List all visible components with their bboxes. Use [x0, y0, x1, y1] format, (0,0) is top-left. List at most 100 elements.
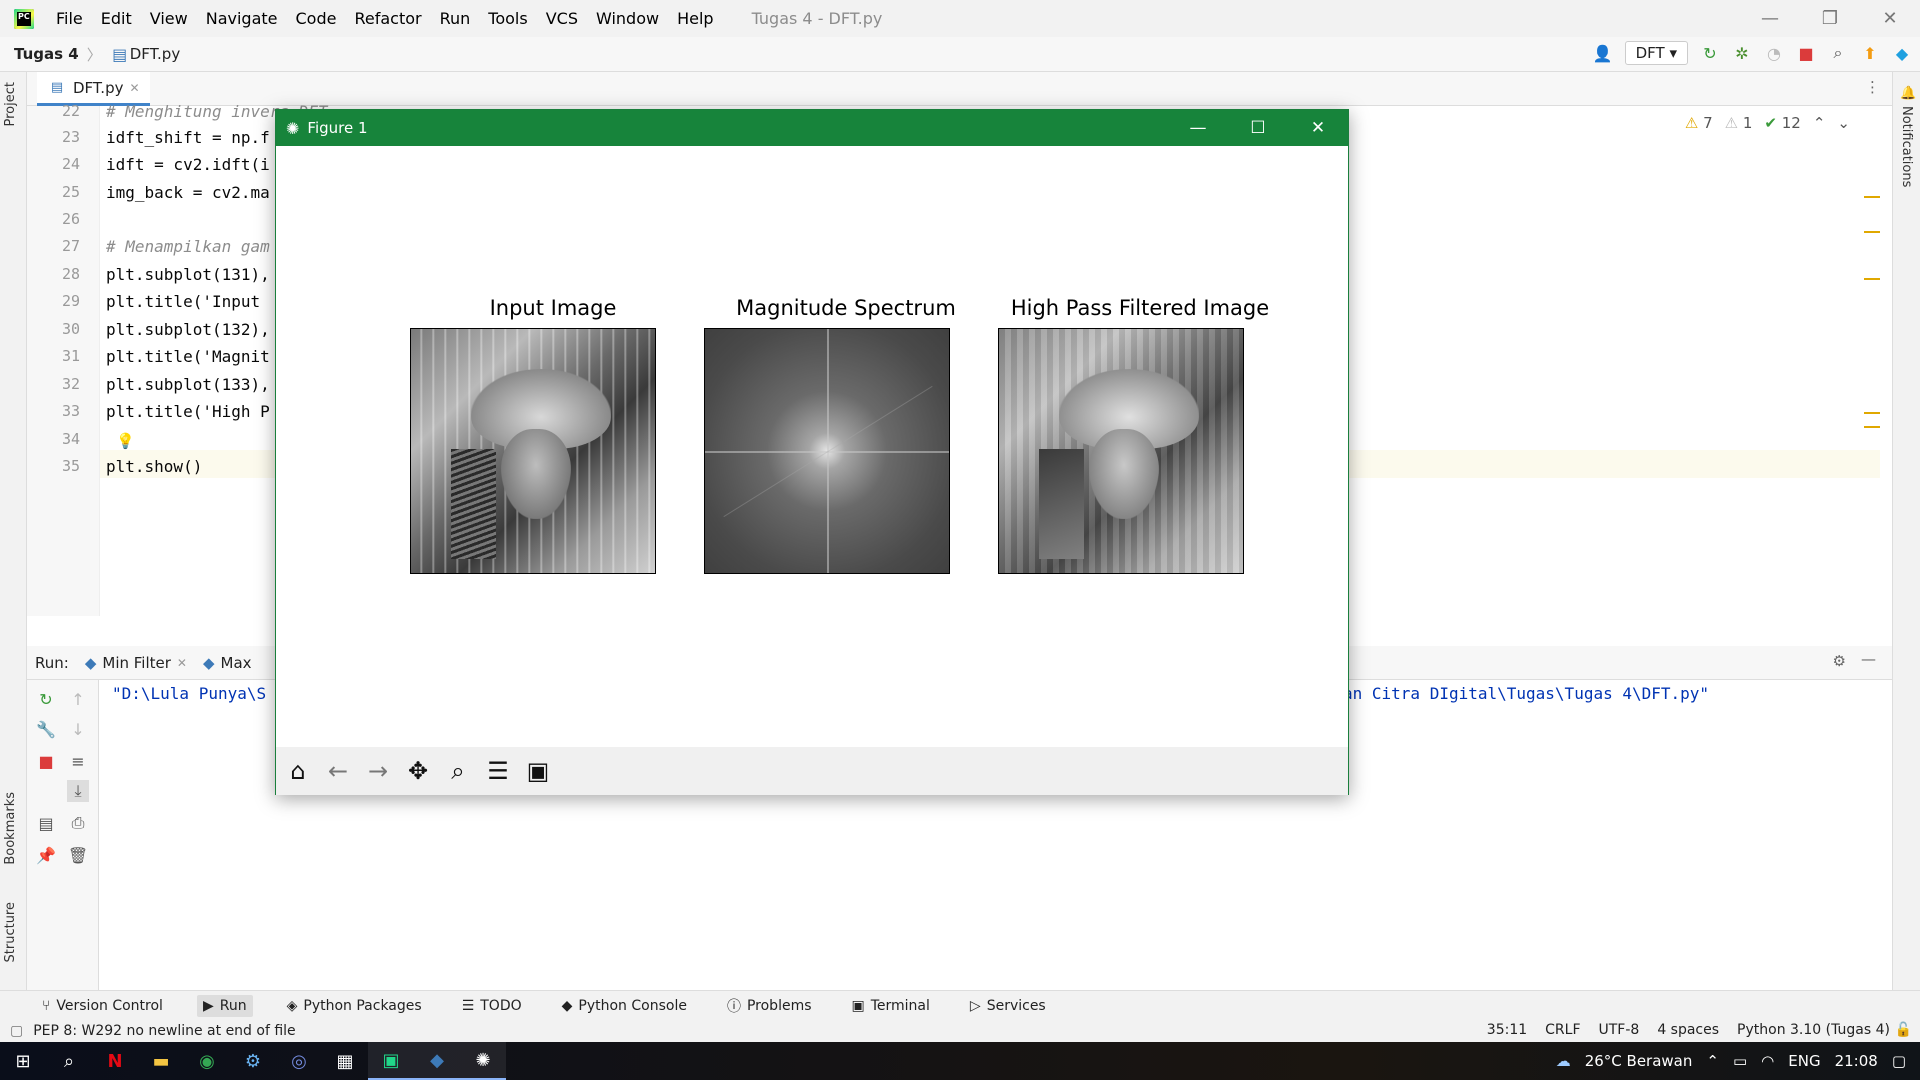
- minimize-icon[interactable]: —: [1168, 110, 1228, 146]
- print-icon[interactable]: ⎙: [67, 812, 89, 834]
- warning-marker[interactable]: [1864, 196, 1880, 198]
- menu-navigate[interactable]: Navigate: [206, 9, 278, 28]
- structure-tool-label[interactable]: Structure: [3, 902, 18, 962]
- soft-wrap-icon[interactable]: ≡: [67, 750, 89, 772]
- menu-tools[interactable]: Tools: [488, 9, 527, 28]
- menu-run[interactable]: Run: [440, 9, 471, 28]
- tool-todo[interactable]: ☰ TODO: [456, 995, 528, 1017]
- tool-version-control[interactable]: ⑂ Version Control: [36, 995, 169, 1017]
- run-tab-min-filter[interactable]: ◆ Min Filter ✕: [85, 654, 187, 672]
- back-arrow-icon[interactable]: ←: [322, 755, 354, 787]
- inspection-widget[interactable]: ⚠ 7 ⚠ 1 ✔ 12 ⌃ ⌄: [1685, 114, 1850, 132]
- battery-icon[interactable]: ▭: [1733, 1052, 1747, 1070]
- indent-setting[interactable]: 4 spaces: [1657, 1022, 1719, 1038]
- chevron-down-icon[interactable]: ⌄: [1837, 114, 1850, 132]
- notification-center-icon[interactable]: ▢: [1892, 1052, 1906, 1070]
- windows-start-icon[interactable]: ⊞: [0, 1042, 46, 1080]
- menu-vcs[interactable]: VCS: [546, 9, 578, 28]
- menu-edit[interactable]: Edit: [101, 9, 132, 28]
- frame-icon[interactable]: ▢: [10, 1023, 23, 1039]
- tab-close-icon[interactable]: ✕: [129, 81, 139, 95]
- notifications-tool-label[interactable]: Notifications: [1899, 106, 1914, 187]
- hide-icon[interactable]: —: [1861, 650, 1876, 668]
- clock[interactable]: 21:08: [1835, 1052, 1878, 1070]
- debug-icon[interactable]: ✲: [1732, 43, 1752, 63]
- pin-icon[interactable]: 📌: [35, 844, 57, 866]
- minimize-icon[interactable]: —: [1740, 0, 1800, 37]
- magnitude-spectrum-image[interactable]: [704, 328, 950, 574]
- matplotlib-icon[interactable]: ✺: [460, 1042, 506, 1080]
- breadcrumb-file[interactable]: DFT.py: [130, 45, 180, 63]
- warning-marker[interactable]: [1864, 412, 1880, 414]
- weather-icon[interactable]: ☁: [1556, 1052, 1571, 1070]
- pan-icon[interactable]: ✥: [402, 755, 434, 787]
- lightbulb-icon[interactable]: 💡: [116, 432, 135, 450]
- warning-marker[interactable]: [1864, 278, 1880, 280]
- steam-icon[interactable]: ⚙: [230, 1042, 276, 1080]
- tool-services[interactable]: ▷ Services: [964, 995, 1052, 1017]
- close-icon[interactable]: ✕: [1288, 110, 1348, 146]
- wifi-icon[interactable]: ◠: [1761, 1052, 1774, 1070]
- tool-python-console[interactable]: ◆ Python Console: [556, 995, 693, 1017]
- forward-arrow-icon[interactable]: →: [362, 755, 394, 787]
- figure-titlebar[interactable]: ✺ Figure 1 — ☐ ✕: [276, 110, 1348, 146]
- coverage-icon[interactable]: ◔: [1764, 43, 1784, 63]
- interpreter-selector[interactable]: Python 3.10 (Tugas 4): [1737, 1022, 1890, 1038]
- tool-python-packages[interactable]: ◈ Python Packages: [281, 995, 428, 1017]
- run-tab-max[interactable]: ◆ Max: [203, 654, 252, 672]
- project-tool-label[interactable]: Project: [3, 82, 18, 126]
- tab-close-icon[interactable]: ✕: [177, 656, 187, 670]
- menu-refactor[interactable]: Refactor: [354, 9, 421, 28]
- close-icon[interactable]: ✕: [1860, 0, 1920, 37]
- search-icon[interactable]: ⌕: [1828, 43, 1848, 63]
- rerun-icon[interactable]: ↻: [1700, 43, 1720, 63]
- tool-run[interactable]: ▶ Run: [196, 994, 253, 1017]
- update-icon[interactable]: ⬆: [1860, 43, 1880, 63]
- menu-file[interactable]: File: [56, 9, 83, 28]
- zoom-icon[interactable]: ⌕: [442, 755, 474, 787]
- pycharm-icon[interactable]: ▣: [368, 1042, 414, 1080]
- high-pass-filtered-image[interactable]: [998, 328, 1244, 574]
- menu-view[interactable]: View: [150, 9, 188, 28]
- configure-subplots-icon[interactable]: ☰: [482, 755, 514, 787]
- wrench-icon[interactable]: 🔧: [35, 718, 57, 740]
- bookmarks-tool-label[interactable]: Bookmarks: [3, 792, 18, 865]
- caret-position[interactable]: 35:11: [1487, 1022, 1527, 1038]
- restore-icon[interactable]: ❐: [1800, 0, 1860, 37]
- netflix-icon[interactable]: N: [92, 1042, 138, 1080]
- menu-help[interactable]: Help: [677, 9, 713, 28]
- warning-marker[interactable]: [1864, 231, 1880, 233]
- maximize-icon[interactable]: ☐: [1228, 110, 1288, 146]
- warning-marker[interactable]: [1864, 426, 1880, 428]
- chevron-up-icon[interactable]: ⌃: [1813, 114, 1826, 132]
- layout-icon[interactable]: ▤: [35, 812, 57, 834]
- calculator-icon[interactable]: ▦: [322, 1042, 368, 1080]
- chevron-up-icon[interactable]: ⌃: [1706, 1052, 1719, 1070]
- file-encoding[interactable]: UTF-8: [1599, 1022, 1640, 1038]
- tab-dft-py[interactable]: ▤ DFT.py ✕: [37, 72, 150, 106]
- user-icon[interactable]: 👤: [1593, 43, 1613, 63]
- breadcrumb-project[interactable]: Tugas 4: [14, 45, 79, 63]
- bell-icon[interactable]: 🔔: [1900, 86, 1916, 101]
- python-icon[interactable]: ◆: [414, 1042, 460, 1080]
- more-icon[interactable]: ⋮: [1865, 78, 1880, 96]
- jetbrains-icon[interactable]: ◆: [1892, 43, 1912, 63]
- scroll-to-end-icon[interactable]: ⤓: [67, 780, 89, 802]
- file-explorer-icon[interactable]: ▬: [138, 1042, 184, 1080]
- lock-icon[interactable]: 🔓: [1895, 1022, 1912, 1038]
- tool-terminal[interactable]: ▣ Terminal: [846, 995, 936, 1017]
- down-arrow-icon[interactable]: ↓: [67, 718, 89, 740]
- language-indicator[interactable]: ENG: [1788, 1052, 1820, 1070]
- trash-icon[interactable]: 🗑: [67, 844, 89, 866]
- save-icon[interactable]: ▣: [522, 755, 554, 787]
- tool-problems[interactable]: ⓘ Problems: [721, 993, 818, 1019]
- up-arrow-icon[interactable]: ↑: [67, 688, 89, 710]
- menu-window[interactable]: Window: [596, 9, 659, 28]
- stop-icon[interactable]: ■: [1796, 43, 1816, 63]
- weather-text[interactable]: 26°C Berawan: [1585, 1052, 1693, 1070]
- gear-icon[interactable]: ⚙: [1833, 652, 1846, 670]
- status-message[interactable]: PEP 8: W292 no newline at end of file: [33, 1023, 295, 1039]
- chrome-icon[interactable]: ◉: [184, 1042, 230, 1080]
- stop-icon[interactable]: ■: [35, 750, 57, 772]
- input-image[interactable]: [410, 328, 656, 574]
